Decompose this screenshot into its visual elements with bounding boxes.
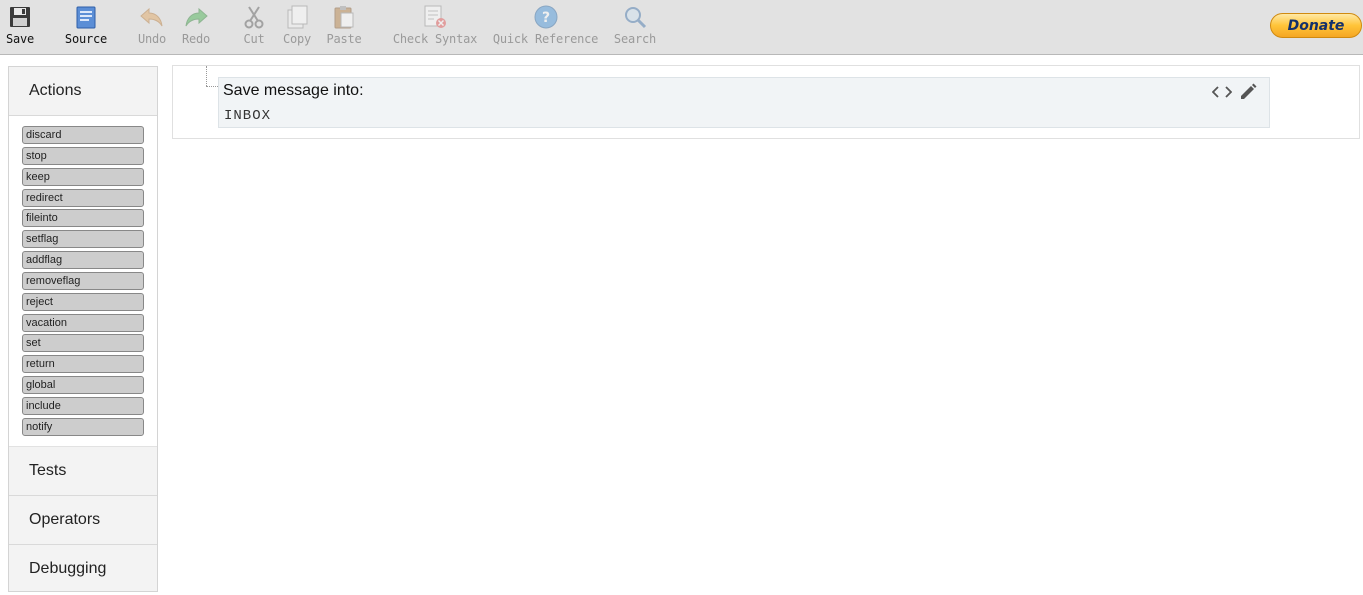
copy-icon: [283, 3, 311, 31]
action-keep[interactable]: keep: [22, 167, 144, 186]
block-title: Save message into:: [223, 82, 364, 99]
svg-text:?: ?: [542, 10, 550, 26]
debugging-section-header[interactable]: Debugging: [9, 545, 157, 594]
quick-reference-label: Quick Reference: [492, 32, 599, 46]
save-icon: [6, 3, 34, 31]
tree-connector-vertical: [206, 66, 207, 86]
undo-button[interactable]: Undo: [136, 3, 168, 51]
action-stop[interactable]: stop: [22, 146, 144, 165]
edit-icon[interactable]: [1237, 81, 1259, 103]
action-vacation[interactable]: vacation: [22, 313, 144, 332]
quick-reference-button[interactable]: ? Quick Reference: [492, 3, 599, 51]
check-syntax-icon: [421, 3, 449, 31]
redo-icon: [182, 3, 210, 31]
action-include[interactable]: include: [22, 396, 144, 415]
toolbar: Save Source Undo Redo Cut Copy Paste Che…: [0, 0, 1363, 55]
action-return[interactable]: return: [22, 355, 144, 374]
save-label: Save: [5, 32, 35, 46]
sidebar: Actions discard stop keep redirect filei…: [8, 66, 158, 592]
paste-label: Paste: [326, 32, 362, 46]
source-label: Source: [64, 32, 108, 46]
copy-button[interactable]: Copy: [282, 3, 312, 51]
paste-button[interactable]: Paste: [326, 3, 362, 51]
action-discard[interactable]: discard: [22, 126, 144, 144]
tree-connector-horizontal: [206, 86, 218, 87]
action-notify[interactable]: notify: [22, 417, 144, 436]
action-global[interactable]: global: [22, 376, 144, 395]
paste-icon: [330, 3, 358, 31]
block-value: INBOX: [224, 108, 272, 124]
tests-section-header[interactable]: Tests: [9, 447, 157, 496]
check-syntax-label: Check Syntax: [392, 32, 478, 46]
cut-button[interactable]: Cut: [240, 3, 268, 51]
fileinto-block[interactable]: Save message into: INBOX: [218, 77, 1270, 128]
redo-label: Redo: [181, 32, 211, 46]
redo-button[interactable]: Redo: [180, 3, 212, 51]
undo-icon: [138, 3, 166, 31]
search-icon: [621, 3, 649, 31]
action-redirect[interactable]: redirect: [22, 188, 144, 207]
save-button[interactable]: Save: [5, 3, 35, 51]
action-fileinto[interactable]: fileinto: [22, 209, 144, 228]
cut-label: Cut: [243, 32, 265, 46]
cut-icon: [240, 3, 268, 31]
actions-list: discard stop keep redirect fileinto setf…: [9, 116, 157, 447]
source-button[interactable]: Source: [64, 3, 108, 51]
action-removeflag[interactable]: removeflag: [22, 271, 144, 290]
action-setflag[interactable]: setflag: [22, 230, 144, 249]
block-icons: [1211, 81, 1259, 103]
copy-label: Copy: [282, 32, 312, 46]
search-button[interactable]: Search: [613, 3, 657, 51]
check-syntax-button[interactable]: Check Syntax: [392, 3, 478, 51]
source-icon: [72, 3, 100, 31]
operators-section-header[interactable]: Operators: [9, 496, 157, 545]
action-reject[interactable]: reject: [22, 292, 144, 311]
action-set[interactable]: set: [22, 334, 144, 353]
actions-section-header[interactable]: Actions: [9, 67, 157, 116]
script-editor: Save message into: INBOX: [172, 65, 1360, 139]
code-icon[interactable]: [1211, 81, 1233, 103]
undo-label: Undo: [137, 32, 167, 46]
donate-button[interactable]: Donate: [1270, 13, 1362, 38]
action-addflag[interactable]: addflag: [22, 251, 144, 270]
search-label: Search: [613, 32, 657, 46]
help-icon: ?: [532, 3, 560, 31]
